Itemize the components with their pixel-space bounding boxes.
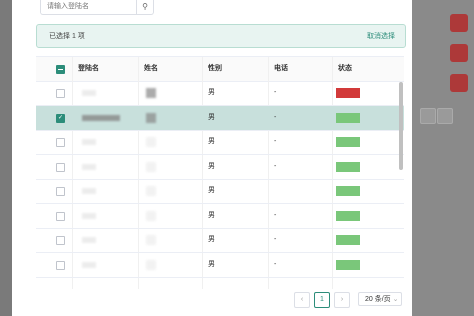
user-table: 登陆名 姓名 性别 电话 状态 男 - ✓ 男 - 男 - 男 - 男男 - 男 - 男 - xyxy=(36,56,404,289)
status-badge xyxy=(336,88,360,98)
table-row[interactable]: ✓ 男 - xyxy=(36,105,404,131)
row-checkbox[interactable] xyxy=(56,260,65,270)
redacted-login xyxy=(82,261,96,268)
redacted-name xyxy=(146,161,156,172)
column-header-status: 状态 xyxy=(338,65,352,72)
gender-cell: 男 xyxy=(208,113,215,121)
table-scrollbar[interactable] xyxy=(399,82,403,170)
next-page-button[interactable]: › xyxy=(334,292,350,308)
redacted-name xyxy=(146,88,156,98)
row-checkbox[interactable] xyxy=(56,187,65,196)
phone-cell: - xyxy=(274,236,277,243)
column-header-phone: 电话 xyxy=(274,65,288,72)
background-page-current xyxy=(437,108,453,124)
redacted-name xyxy=(146,137,156,147)
status-badge xyxy=(336,161,360,172)
redacted-login xyxy=(82,114,120,121)
row-checkbox[interactable]: ✓ xyxy=(56,113,65,123)
redacted-login xyxy=(82,237,96,243)
redacted-name xyxy=(146,210,156,221)
redacted-login xyxy=(82,188,96,194)
redacted-name xyxy=(146,235,156,245)
redacted-name xyxy=(146,186,156,196)
redacted-login xyxy=(82,163,96,170)
phone-cell: - xyxy=(274,162,277,170)
search-box: ⚲ xyxy=(40,0,154,15)
row-checkbox[interactable] xyxy=(56,236,65,245)
cancel-selection-link[interactable]: 取消选择 xyxy=(367,31,395,41)
row-checkbox[interactable] xyxy=(56,211,65,221)
status-badge xyxy=(336,259,360,270)
row-checkbox[interactable] xyxy=(56,138,65,147)
gender-cell: 男 xyxy=(208,260,215,268)
status-badge xyxy=(336,235,360,245)
search-icon: ⚲ xyxy=(142,2,148,11)
phone-cell: - xyxy=(274,113,277,121)
redacted-login xyxy=(82,90,96,96)
gender-cell: 男 xyxy=(208,211,215,219)
gender-cell: 男 xyxy=(208,162,215,170)
delete-icon xyxy=(450,74,468,92)
row-checkbox[interactable] xyxy=(56,162,65,172)
search-button[interactable]: ⚲ xyxy=(136,0,153,14)
column-header-name: 姓名 xyxy=(144,65,158,72)
page-size-label: 20 条/页 xyxy=(365,296,391,303)
selection-count: 已选择 1 项 xyxy=(49,33,85,40)
page-size-select[interactable]: 20 条/页 ⌄ xyxy=(358,292,402,306)
row-checkbox[interactable] xyxy=(56,89,65,98)
search-input[interactable] xyxy=(41,0,131,13)
status-badge xyxy=(336,186,360,196)
gender-cell: 男 xyxy=(208,89,215,96)
table-row[interactable]: 男 xyxy=(36,179,404,204)
user-select-dialog: ⚲ 已选择 1 项 取消选择 登陆名 姓名 性别 电话 状态 男-✓男-男-男-… xyxy=(12,0,412,316)
table-header: 登陆名 姓名 性别 电话 状态 xyxy=(36,57,404,82)
table-row[interactable]: 男- xyxy=(36,228,404,253)
phone-cell: - xyxy=(274,89,277,96)
phone-cell: - xyxy=(274,138,277,145)
select-all-checkbox[interactable] xyxy=(56,65,65,74)
selection-bar: 已选择 1 项 取消选择 xyxy=(36,24,406,48)
phone-cell: - xyxy=(274,260,277,268)
phone-cell: - xyxy=(274,211,277,219)
status-badge xyxy=(336,210,360,221)
delete-icon xyxy=(450,14,468,32)
redacted-login xyxy=(82,212,96,219)
redacted-name xyxy=(146,259,156,270)
background-page-prev xyxy=(420,108,436,124)
table-row[interactable]: 男- xyxy=(36,81,404,106)
redacted-login xyxy=(82,139,96,145)
page-1-button[interactable]: 1 xyxy=(314,292,330,308)
redacted-name xyxy=(146,112,156,123)
gender-cell: 男 xyxy=(208,138,215,145)
status-badge xyxy=(336,137,360,147)
table-row[interactable]: 男- xyxy=(36,204,404,229)
gender-cell: 男 xyxy=(208,236,215,243)
column-header-gender: 性别 xyxy=(208,65,222,72)
column-header-login: 登陆名 xyxy=(78,65,99,72)
delete-icon xyxy=(450,44,468,62)
table-row[interactable]: 男- xyxy=(36,253,404,278)
table-row[interactable]: 男- xyxy=(36,130,404,155)
chevron-down-icon: ⌄ xyxy=(392,296,399,303)
prev-page-button[interactable]: ‹ xyxy=(294,292,310,308)
gender-cell: 男 xyxy=(208,187,215,194)
table-row[interactable]: 男- xyxy=(36,155,404,180)
status-badge xyxy=(336,112,360,123)
